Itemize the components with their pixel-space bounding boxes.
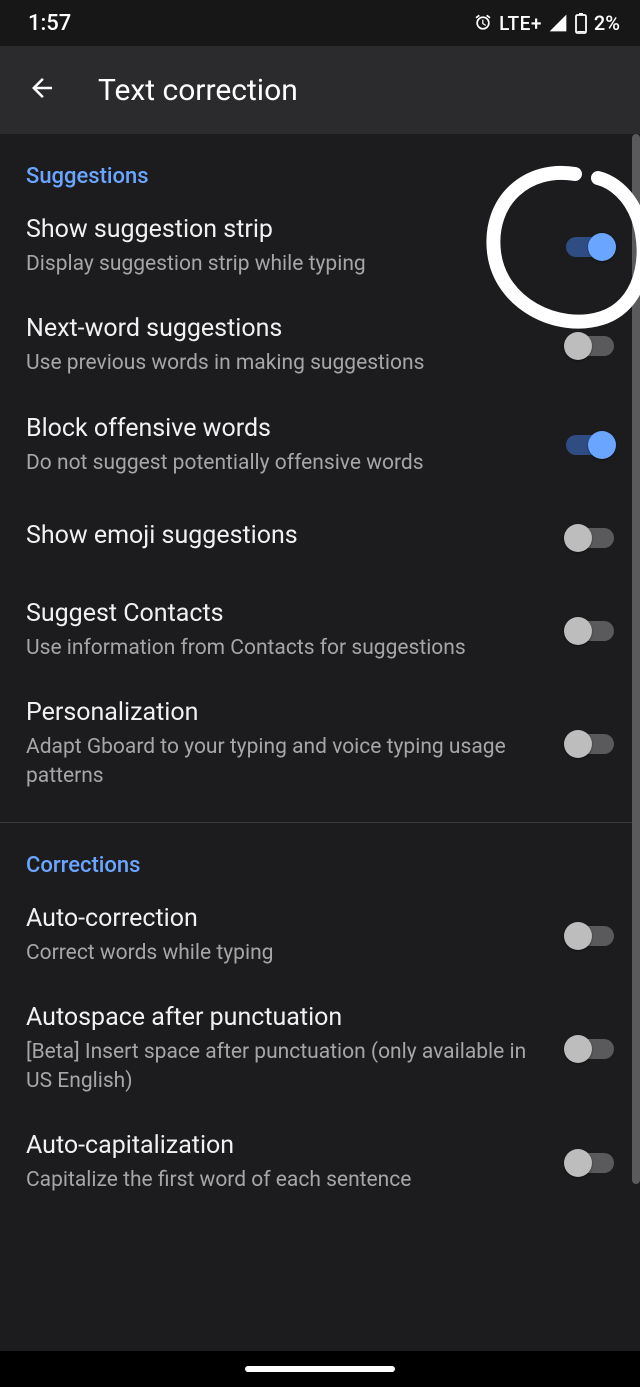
screen: 1:57 LTE+ 2% Text correction Suggestions [0, 0, 640, 1387]
row-title: Next-word suggestions [26, 314, 544, 343]
row-subtitle: Capitalize the first word of each senten… [26, 1166, 544, 1194]
row-title: Auto-capitalization [26, 1131, 544, 1160]
toggle-auto-capitalization[interactable] [566, 1153, 614, 1173]
row-show-suggestion-strip[interactable]: Show suggestion strip Display suggestion… [0, 197, 640, 296]
row-title: Show suggestion strip [26, 215, 544, 244]
row-show-emoji-suggestions[interactable]: Show emoji suggestions [0, 495, 640, 581]
network-label: LTE+ [499, 12, 542, 35]
toggle-knob [588, 431, 616, 459]
toggle-knob [564, 617, 592, 645]
status-time: 1:57 [28, 11, 71, 36]
row-title: Personalization [26, 698, 544, 727]
row-subtitle: Do not suggest potentially offensive wor… [26, 449, 544, 477]
row-title: Block offensive words [26, 414, 544, 443]
toggle-knob [588, 233, 616, 261]
toggle-knob [564, 1035, 592, 1063]
settings-list[interactable]: Suggestions Show suggestion strip Displa… [0, 134, 640, 1387]
status-right: LTE+ 2% [473, 11, 620, 35]
toggle-autospace-after-punctuation[interactable] [566, 1039, 614, 1059]
back-button[interactable] [18, 66, 66, 114]
row-suggest-contacts[interactable]: Suggest Contacts Use information from Co… [0, 581, 640, 680]
row-auto-capitalization[interactable]: Auto-capitalization Capitalize the first… [0, 1113, 640, 1212]
section-header-suggestions: Suggestions [0, 134, 640, 197]
row-subtitle: Use previous words in making suggestions [26, 349, 544, 377]
page-title: Text correction [98, 73, 298, 108]
row-subtitle: Display suggestion strip while typing [26, 250, 544, 278]
toggle-knob [564, 524, 592, 552]
signal-icon [548, 13, 568, 33]
toggle-show-suggestion-strip[interactable] [566, 237, 614, 257]
row-subtitle: [Beta] Insert space after punctuation (o… [26, 1038, 544, 1095]
toggle-personalization[interactable] [566, 734, 614, 754]
scrollbar-thumb[interactable] [632, 134, 640, 1184]
row-title: Show emoji suggestions [26, 521, 544, 550]
toggle-knob [564, 730, 592, 758]
toggle-knob [564, 1149, 592, 1177]
system-navbar [0, 1351, 640, 1387]
row-subtitle: Correct words while typing [26, 939, 544, 967]
battery-percent: 2% [594, 11, 620, 35]
row-auto-correction[interactable]: Auto-correction Correct words while typi… [0, 886, 640, 985]
nav-pill[interactable] [245, 1366, 395, 1372]
row-subtitle: Use information from Contacts for sugges… [26, 634, 544, 662]
app-bar: Text correction [0, 46, 640, 134]
row-personalization[interactable]: Personalization Adapt Gboard to your typ… [0, 680, 640, 808]
alarm-icon [473, 13, 493, 33]
toggle-knob [564, 332, 592, 360]
row-title: Auto-correction [26, 904, 544, 933]
row-title: Autospace after punctuation [26, 1003, 544, 1032]
toggle-block-offensive-words[interactable] [566, 435, 614, 455]
toggle-next-word-suggestions[interactable] [566, 336, 614, 356]
section-header-corrections: Corrections [0, 823, 640, 886]
toggle-knob [564, 922, 592, 950]
toggle-show-emoji-suggestions[interactable] [566, 528, 614, 548]
battery-icon [574, 12, 588, 34]
row-subtitle: Adapt Gboard to your typing and voice ty… [26, 733, 544, 790]
toggle-suggest-contacts[interactable] [566, 621, 614, 641]
row-title: Suggest Contacts [26, 599, 544, 628]
arrow-left-icon [27, 73, 57, 107]
row-block-offensive-words[interactable]: Block offensive words Do not suggest pot… [0, 396, 640, 495]
row-autospace-after-punctuation[interactable]: Autospace after punctuation [Beta] Inser… [0, 985, 640, 1113]
status-bar: 1:57 LTE+ 2% [0, 0, 640, 46]
row-next-word-suggestions[interactable]: Next-word suggestions Use previous words… [0, 296, 640, 395]
toggle-auto-correction[interactable] [566, 926, 614, 946]
